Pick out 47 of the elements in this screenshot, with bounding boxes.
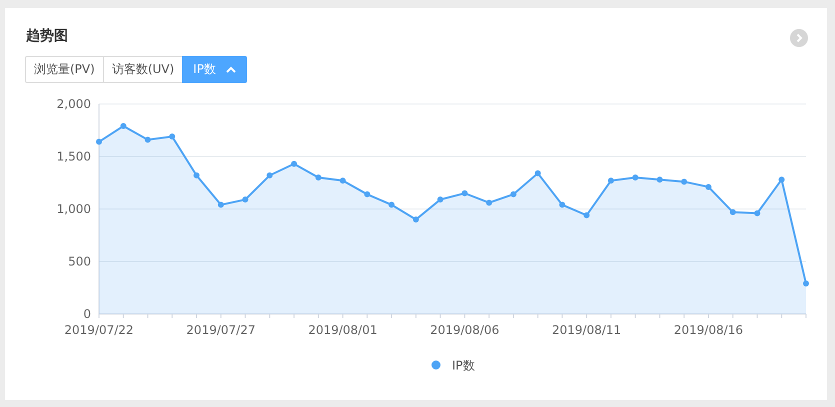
data-point bbox=[559, 202, 566, 208]
data-point bbox=[340, 178, 346, 184]
data-point bbox=[608, 178, 614, 184]
legend-label[interactable]: IP数 bbox=[452, 358, 475, 372]
x-axis-label: 2019/07/22 bbox=[64, 323, 134, 337]
data-point bbox=[364, 191, 370, 198]
data-point bbox=[218, 202, 224, 208]
metric-tab[interactable]: 浏览量(PV) bbox=[25, 56, 104, 83]
x-axis-label: 2019/08/06 bbox=[430, 323, 500, 337]
data-point bbox=[194, 172, 200, 178]
data-point bbox=[388, 202, 395, 208]
data-point bbox=[412, 216, 419, 222]
y-axis-label: 500 bbox=[68, 254, 91, 268]
data-point bbox=[462, 190, 468, 196]
data-point bbox=[242, 196, 248, 203]
data-point bbox=[632, 174, 638, 180]
data-point bbox=[291, 160, 298, 167]
chart-title: 趋势图 bbox=[26, 27, 68, 45]
x-axis-label: 2019/08/01 bbox=[308, 323, 378, 337]
data-point bbox=[754, 210, 760, 216]
caret-up-icon bbox=[226, 66, 236, 74]
x-axis-label: 2019/08/16 bbox=[674, 323, 744, 337]
data-point bbox=[315, 174, 322, 180]
data-point bbox=[584, 212, 590, 218]
x-axis-label: 2019/07/27 bbox=[186, 323, 256, 337]
data-point bbox=[681, 178, 688, 185]
data-point bbox=[730, 209, 736, 216]
data-point bbox=[778, 176, 785, 183]
data-point bbox=[656, 176, 663, 183]
legend-dot[interactable] bbox=[432, 360, 440, 370]
data-point bbox=[96, 138, 102, 145]
data-point bbox=[437, 196, 444, 203]
data-point bbox=[534, 170, 541, 176]
metric-tab[interactable]: 访客数(UV) bbox=[102, 56, 184, 83]
y-axis-label: 1,500 bbox=[56, 150, 91, 164]
y-axis-label: 2,000 bbox=[56, 97, 91, 111]
y-axis-label: 0 bbox=[83, 307, 91, 321]
data-point bbox=[486, 200, 492, 206]
y-axis-label: 1,000 bbox=[56, 202, 91, 216]
data-point bbox=[144, 136, 151, 143]
data-point bbox=[120, 123, 126, 130]
data-point bbox=[803, 280, 809, 287]
data-point bbox=[705, 184, 712, 190]
x-axis-label: 2019/08/11 bbox=[552, 323, 622, 337]
data-point bbox=[169, 134, 176, 140]
data-point bbox=[266, 172, 273, 178]
data-point bbox=[510, 191, 516, 198]
